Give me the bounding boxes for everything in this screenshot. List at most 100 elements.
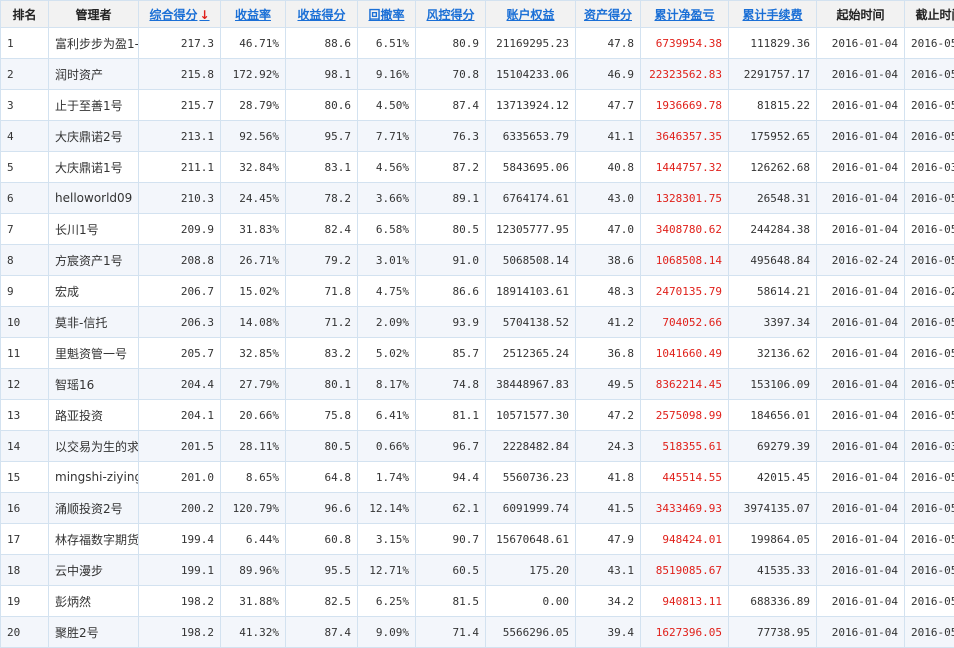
cell-start: 2016-01-04 <box>817 586 905 617</box>
column-header-label: 收益率 <box>235 8 271 22</box>
cell-drawdown: 4.56% <box>358 152 416 183</box>
table-row: 14以交易为生的求201.528.11%80.50.66%96.72228482… <box>1 431 954 462</box>
cell-end: 2016-05-23 <box>905 245 954 276</box>
column-header-asset_score[interactable]: 资产得分 <box>576 1 641 28</box>
cell-risk_score: 76.3 <box>416 121 486 152</box>
cell-fee: 41535.33 <box>729 555 817 586</box>
cell-equity: 0.00 <box>486 586 576 617</box>
cell-drawdown: 6.51% <box>358 28 416 59</box>
cell-drawdown: 3.66% <box>358 183 416 214</box>
table-row: 3止于至善1号215.728.79%80.64.50%87.413713924.… <box>1 90 954 121</box>
cell-rank: 14 <box>1 431 49 462</box>
cell-risk_score: 71.4 <box>416 617 486 648</box>
cell-net_profit: 1627396.05 <box>641 617 729 648</box>
cell-yield_score: 79.2 <box>286 245 358 276</box>
cell-start: 2016-01-04 <box>817 617 905 648</box>
cell-drawdown: 9.09% <box>358 617 416 648</box>
cell-end: 2016-05-23 <box>905 121 954 152</box>
cell-score: 198.2 <box>139 617 221 648</box>
cell-yield_score: 95.7 <box>286 121 358 152</box>
cell-end: 2016-05-23 <box>905 214 954 245</box>
cell-start: 2016-01-04 <box>817 400 905 431</box>
cell-net_profit: 1444757.32 <box>641 152 729 183</box>
cell-equity: 10571577.30 <box>486 400 576 431</box>
cell-fee: 184656.01 <box>729 400 817 431</box>
cell-yield: 31.88% <box>221 586 286 617</box>
column-header-equity[interactable]: 账户权益 <box>486 1 576 28</box>
column-header-fee[interactable]: 累计手续费 <box>729 1 817 28</box>
cell-risk_score: 89.1 <box>416 183 486 214</box>
cell-end: 2016-05-23 <box>905 400 954 431</box>
table-row: 5大庆鼎诺1号211.132.84%83.14.56%87.25843695.0… <box>1 152 954 183</box>
cell-drawdown: 8.17% <box>358 369 416 400</box>
cell-manager: 路亚投资 <box>49 400 139 431</box>
cell-start: 2016-01-04 <box>817 431 905 462</box>
column-header-rank: 排名 <box>1 1 49 28</box>
cell-fee: 153106.09 <box>729 369 817 400</box>
cell-manager: 富利步步为盈1- <box>49 28 139 59</box>
cell-rank: 8 <box>1 245 49 276</box>
cell-net_profit: 1041660.49 <box>641 338 729 369</box>
cell-start: 2016-01-04 <box>817 524 905 555</box>
cell-net_profit: 704052.66 <box>641 307 729 338</box>
column-header-yield[interactable]: 收益率 <box>221 1 286 28</box>
cell-drawdown: 6.41% <box>358 400 416 431</box>
cell-net_profit: 1068508.14 <box>641 245 729 276</box>
cell-score: 210.3 <box>139 183 221 214</box>
table-row: 8方宸资产1号208.826.71%79.23.01%91.05068508.1… <box>1 245 954 276</box>
cell-equity: 5560736.23 <box>486 462 576 493</box>
cell-equity: 2228482.84 <box>486 431 576 462</box>
cell-asset_score: 41.5 <box>576 493 641 524</box>
table-row: 7长川1号209.931.83%82.46.58%80.512305777.95… <box>1 214 954 245</box>
cell-net_profit: 3433469.93 <box>641 493 729 524</box>
cell-yield: 14.08% <box>221 307 286 338</box>
table-row: 9宏成206.715.02%71.84.75%86.618914103.6148… <box>1 276 954 307</box>
cell-manager: mingshi-ziying <box>49 462 139 493</box>
cell-yield_score: 64.8 <box>286 462 358 493</box>
cell-risk_score: 91.0 <box>416 245 486 276</box>
cell-rank: 3 <box>1 90 49 121</box>
column-header-end: 截止时间 <box>905 1 954 28</box>
column-header-drawdown[interactable]: 回撤率 <box>358 1 416 28</box>
cell-net_profit: 22323562.83 <box>641 59 729 90</box>
table-row: 15mingshi-ziying201.08.65%64.81.74%94.45… <box>1 462 954 493</box>
column-header-score[interactable]: 综合得分↓ <box>139 1 221 28</box>
cell-manager: 云中漫步 <box>49 555 139 586</box>
cell-risk_score: 96.7 <box>416 431 486 462</box>
cell-score: 200.2 <box>139 493 221 524</box>
cell-risk_score: 86.6 <box>416 276 486 307</box>
header-row: 排名管理者综合得分↓收益率收益得分回撤率风控得分账户权益资产得分累计净盈亏累计手… <box>1 1 954 28</box>
cell-start: 2016-02-24 <box>817 245 905 276</box>
cell-yield_score: 82.4 <box>286 214 358 245</box>
cell-score: 213.1 <box>139 121 221 152</box>
cell-net_profit: 8519085.67 <box>641 555 729 586</box>
cell-net_profit: 3646357.35 <box>641 121 729 152</box>
cell-start: 2016-01-04 <box>817 121 905 152</box>
cell-fee: 77738.95 <box>729 617 817 648</box>
cell-risk_score: 70.8 <box>416 59 486 90</box>
column-header-net_profit[interactable]: 累计净盈亏 <box>641 1 729 28</box>
cell-drawdown: 0.66% <box>358 431 416 462</box>
cell-fee: 42015.45 <box>729 462 817 493</box>
cell-net_profit: 940813.11 <box>641 586 729 617</box>
cell-score: 199.1 <box>139 555 221 586</box>
cell-equity: 15670648.61 <box>486 524 576 555</box>
cell-score: 198.2 <box>139 586 221 617</box>
cell-drawdown: 12.71% <box>358 555 416 586</box>
cell-fee: 32136.62 <box>729 338 817 369</box>
cell-yield: 92.56% <box>221 121 286 152</box>
cell-start: 2016-01-04 <box>817 183 905 214</box>
cell-fee: 69279.39 <box>729 431 817 462</box>
cell-equity: 38448967.83 <box>486 369 576 400</box>
cell-net_profit: 8362214.45 <box>641 369 729 400</box>
column-header-yield_score[interactable]: 收益得分 <box>286 1 358 28</box>
cell-start: 2016-01-04 <box>817 493 905 524</box>
cell-equity: 12305777.95 <box>486 214 576 245</box>
cell-asset_score: 34.2 <box>576 586 641 617</box>
cell-score: 199.4 <box>139 524 221 555</box>
table-row: 10莫非-信托206.314.08%71.22.09%93.95704138.5… <box>1 307 954 338</box>
table-row: 20聚胜2号198.241.32%87.49.09%71.45566296.05… <box>1 617 954 648</box>
column-header-risk_score[interactable]: 风控得分 <box>416 1 486 28</box>
cell-asset_score: 41.2 <box>576 307 641 338</box>
cell-asset_score: 38.6 <box>576 245 641 276</box>
